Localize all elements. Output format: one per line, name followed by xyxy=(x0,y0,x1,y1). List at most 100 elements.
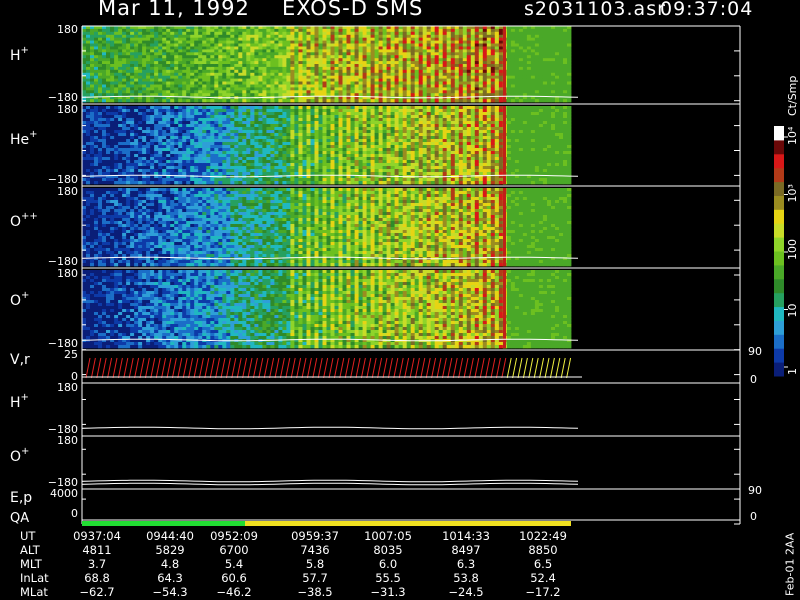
orbit-cell: −62.7 xyxy=(79,585,115,599)
colorbar-cell-2 xyxy=(774,334,784,349)
panel-label-3: O++ xyxy=(10,211,38,230)
spectrogram-figure: H+180−180He+180−180O++180−180O+180−180V,… xyxy=(10,23,799,526)
orbit-cell: 4811 xyxy=(82,543,112,557)
orbit-row-inlat: InLat 68.8 64.3 60.6 57.7 55.5 53.8 52.4 xyxy=(0,571,770,585)
panel-label-7: O+ xyxy=(10,446,29,465)
orbit-cell: 60.6 xyxy=(221,571,247,585)
colorbar-cell-10 xyxy=(774,223,784,238)
panel-label-6: H+ xyxy=(10,392,29,411)
orbit-cell: 6.5 xyxy=(533,557,553,571)
colorbar-title: Ct/Smp xyxy=(786,76,799,116)
panel-label-1: H+ xyxy=(10,45,29,64)
header-file: s2031103.asr xyxy=(524,0,666,20)
orbit-cell: 8035 xyxy=(373,543,403,557)
orbit-cell: 5.8 xyxy=(305,557,325,571)
spectrogram-panel-3 xyxy=(82,188,572,267)
orbit-cell: 5829 xyxy=(155,543,185,557)
orbit-cell: 0944:40 xyxy=(146,529,194,543)
orbit-row-label: UT xyxy=(20,529,36,543)
colorbar-cell-14 xyxy=(774,167,784,183)
colorbar-cell-8 xyxy=(774,251,784,266)
vr-panel-ticks xyxy=(85,357,572,379)
qa-segment-2 xyxy=(245,521,571,526)
panel-label-4: O+ xyxy=(10,290,29,309)
colorbar-cell-15 xyxy=(774,153,784,169)
trace-o-line xyxy=(81,479,579,483)
orbit-cell: 1007:05 xyxy=(364,529,412,543)
orbit-cell: 53.8 xyxy=(453,571,479,585)
orbit-cell: 3.7 xyxy=(87,557,107,571)
panel-label-2: He+ xyxy=(10,129,38,148)
y-top-label-5: 25 xyxy=(64,348,78,361)
colorbar-cell-0 xyxy=(774,362,784,377)
orbit-row-label: MLat xyxy=(20,585,48,599)
y-right-bottom-5: 0 xyxy=(750,373,757,386)
orbit-cell: 52.4 xyxy=(530,571,556,585)
panel-label-8: E,p xyxy=(10,490,32,506)
y-right-bottom-8: 0 xyxy=(750,510,757,523)
orbit-cell: 6.3 xyxy=(456,557,476,571)
header-instrument: EXOS-D SMS xyxy=(282,0,424,20)
orbit-row-alt: ALT 4811 5829 6700 7436 8035 8497 8850 xyxy=(0,543,770,557)
y-top-label-1: 180 xyxy=(57,23,78,36)
colorbar-cell-5 xyxy=(774,292,784,308)
y-top-label-6: 180 xyxy=(57,381,78,394)
orbit-cell: 57.7 xyxy=(302,571,328,585)
orbit-cell: −24.5 xyxy=(448,585,484,599)
trace-ep-line xyxy=(81,482,579,486)
spectrogram-panel-1 xyxy=(82,26,572,103)
y-right-top-8: 90 xyxy=(748,484,762,497)
orbit-cell: −38.5 xyxy=(297,585,333,599)
header-time: 09:37:04 xyxy=(660,0,754,20)
colorbar-tick-1: 1 xyxy=(786,368,799,375)
y-right-top-5: 90 xyxy=(748,345,762,358)
y-bottom-label-8: 0 xyxy=(71,507,78,520)
qa-label: QA xyxy=(10,511,29,526)
orbit-cell: 55.5 xyxy=(375,571,401,585)
colorbar-tick-5: 10⁴ xyxy=(786,126,799,145)
side-label: Feb-01 2AA xyxy=(783,532,796,596)
header-date: Mar 11, 1992 xyxy=(98,0,250,20)
orbit-cell: 6700 xyxy=(219,543,249,557)
orbit-cell: 64.3 xyxy=(157,571,183,585)
orbit-cell: −17.2 xyxy=(525,585,561,599)
y-top-label-2: 180 xyxy=(57,103,78,116)
colorbar-cell-13 xyxy=(774,181,784,196)
trace-h-line xyxy=(81,426,579,430)
qa-segment-1 xyxy=(82,521,245,526)
colorbar-cell-12 xyxy=(774,195,784,210)
orbit-cell: −31.3 xyxy=(370,585,406,599)
colorbar-cell-1 xyxy=(774,348,784,363)
colorbar-cell-7 xyxy=(774,264,784,280)
orbit-cell: 5.4 xyxy=(224,557,244,571)
orbit-cell: 0937:04 xyxy=(73,529,121,543)
panel-label-5: V,r xyxy=(10,352,30,368)
orbit-table: UT 0937:04 0944:40 0952:09 0959:37 1007:05 101… xyxy=(0,529,770,600)
orbit-row-mlat: MLat −62.7 −54.3 −46.2 −38.5 −31.3 −24.5 −17.2 xyxy=(0,585,770,599)
colorbar-cell-17 xyxy=(774,126,784,141)
colorbar-tick-2: 10 xyxy=(786,304,799,318)
orbit-cell: 1022:49 xyxy=(519,529,567,543)
orbit-row-label: MLT xyxy=(20,557,42,571)
orbit-cell: 68.8 xyxy=(84,571,110,585)
orbit-cell: 6.0 xyxy=(378,557,398,571)
orbit-cell: 7436 xyxy=(300,543,330,557)
orbit-row-mlt: MLT 3.7 4.8 5.4 5.8 6.0 6.3 6.5 xyxy=(0,557,770,571)
y-top-label-3: 180 xyxy=(57,185,78,198)
orbit-row-label: ALT xyxy=(20,543,40,557)
y-top-label-4: 180 xyxy=(57,267,78,280)
colorbar-cell-6 xyxy=(774,278,784,294)
colorbar-tick-4: 10³ xyxy=(786,184,799,202)
orbit-cell: 8497 xyxy=(451,543,481,557)
y-top-label-7: 180 xyxy=(57,434,78,447)
orbit-row-label: InLat xyxy=(20,571,49,585)
spectrogram-panel-4 xyxy=(82,270,572,349)
colorbar-cell-4 xyxy=(774,306,784,321)
colorbar-cell-3 xyxy=(774,320,784,335)
colorbar-tick-3: 100 xyxy=(786,239,799,260)
orbit-row-ut: UT 0937:04 0944:40 0952:09 0959:37 1007:05 101… xyxy=(0,529,770,543)
y-top-label-8: 4000 xyxy=(50,487,78,500)
colorbar-cell-16 xyxy=(774,139,784,155)
orbit-cell: −46.2 xyxy=(216,585,252,599)
colorbar-cell-11 xyxy=(774,209,784,224)
